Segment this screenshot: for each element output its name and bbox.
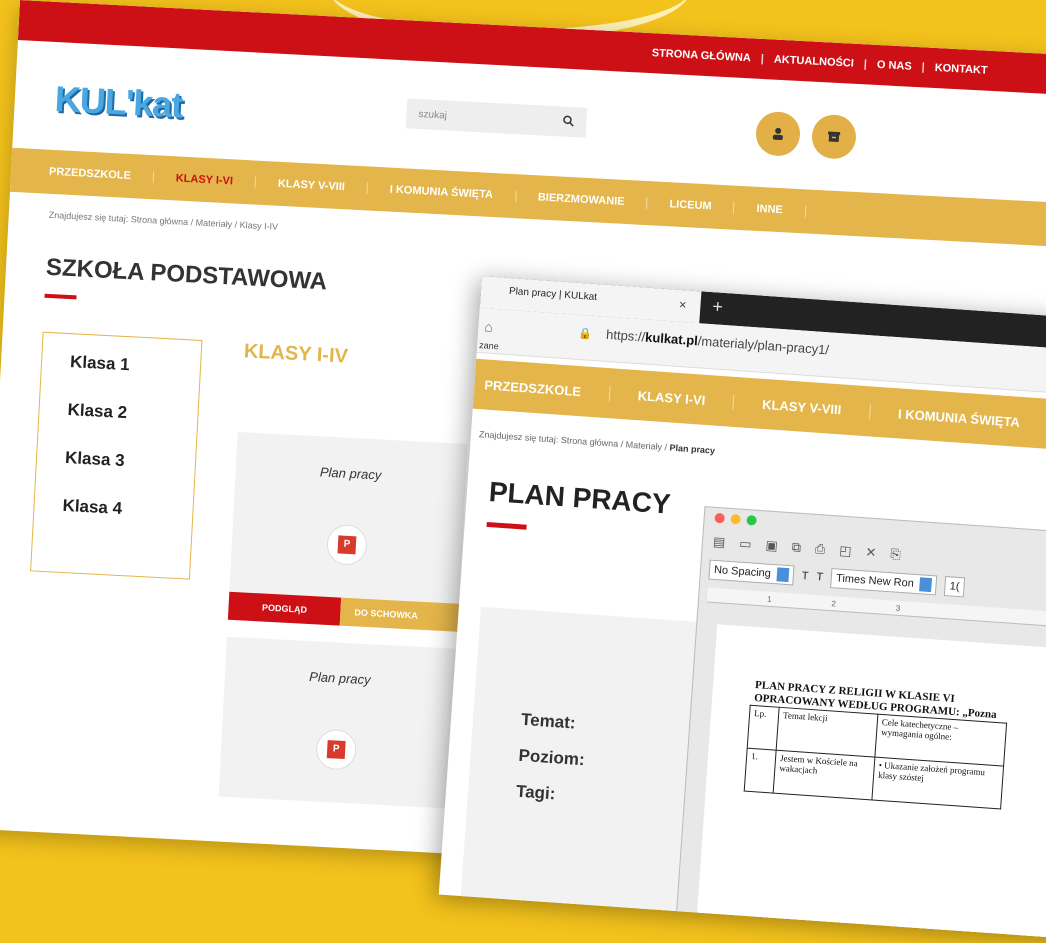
table-cell: Temat lekcji — [776, 707, 878, 758]
class-sidebar: Klasa 1 Klasa 2 Klasa 3 Klasa 4 — [30, 331, 203, 580]
nav-item-przedszkole[interactable]: PRZEDSZKOLE — [48, 165, 155, 184]
meta-tags-label: Tagi: — [515, 781, 557, 804]
nav-item-komunia[interactable]: I KOMUNIA ŚWIĘTA — [367, 182, 517, 203]
sidebar-item-klasa-3[interactable]: Klasa 3 — [65, 448, 196, 475]
bookmarks-fragment: zane — [478, 339, 500, 352]
archive-icon[interactable] — [810, 113, 858, 160]
card-title: Plan pracy — [308, 669, 371, 688]
font-select[interactable]: Times New Ron — [830, 568, 938, 596]
title-underline — [486, 521, 527, 530]
browser-window-front: Plan pracy | KULkat × + ⌂ 🔒 https://kulk… — [438, 276, 1046, 943]
meta-topic-label: Temat: — [520, 709, 577, 733]
cut-icon[interactable]: ✕ — [865, 544, 877, 561]
document-page[interactable]: PLAN PRACY Z RELIGII W KLASIE VI OPRACOW… — [694, 624, 1046, 943]
style-value: No Spacing — [713, 563, 772, 580]
table-cell: Lp. — [747, 705, 780, 751]
nav-item-klasy-v-viii[interactable]: KLASY V-VIII — [255, 176, 369, 195]
font-value: Times New Ron — [835, 572, 915, 590]
top-link-home[interactable]: STRONA GŁÓWNA — [651, 47, 751, 64]
sidebar-item-klasa-4[interactable]: Klasa 4 — [62, 496, 193, 523]
preview-button[interactable]: PODGLĄD — [227, 591, 342, 626]
home-icon[interactable]: ⌂ — [484, 318, 494, 335]
sidebar-item-klasa-1[interactable]: Klasa 1 — [70, 352, 201, 379]
close-window-icon[interactable] — [714, 512, 726, 524]
search-icon[interactable] — [562, 114, 575, 130]
nav-item-klasy-i-vi[interactable]: KLASY I-VI — [609, 385, 735, 410]
search-input[interactable]: szukaj — [405, 98, 588, 138]
font-size-value: 1( — [949, 580, 960, 594]
lock-icon: 🔒 — [577, 327, 593, 341]
breadcrumb-path: Znajdujesz się tutaj: Strona główna / Ma… — [478, 429, 670, 453]
copy-icon[interactable]: ⧉ — [791, 539, 801, 556]
nav-item-liceum[interactable]: LICEUM — [647, 197, 735, 214]
paste-icon[interactable]: ⎘ — [890, 546, 901, 563]
clear-format-icon[interactable]: T — [816, 571, 824, 583]
nav-item-klasy-i-vi[interactable]: KLASY I-VI — [153, 171, 257, 189]
add-to-clipboard-button[interactable]: DO SCHOWKA — [339, 597, 460, 632]
new-tab-icon[interactable]: + — [712, 296, 724, 318]
tab-title: Plan pracy | KULkat — [508, 285, 598, 304]
separator: | — [760, 52, 765, 66]
preview-icon[interactable]: ◰ — [839, 543, 852, 560]
url-path: /materialy/plan-pracy1/ — [697, 333, 830, 358]
separator: | — [863, 58, 868, 71]
nav-item-komunia[interactable]: I KOMUNIA ŚWIĘTA — [869, 403, 1046, 432]
table-cell: Jestem w Kościele na wakacjach — [773, 750, 875, 800]
lesson-table: Lp. Temat lekcji Cele katechetyczne – wy… — [744, 705, 1007, 810]
paragraph-style-select[interactable]: No Spacing — [708, 559, 795, 586]
chevron-down-icon — [919, 577, 933, 593]
url-domain: kulkat.pl — [644, 329, 699, 349]
powerpoint-file-icon: P — [325, 523, 368, 566]
ruler-mark: 3 — [895, 603, 901, 613]
save-icon[interactable]: ▣ — [765, 537, 778, 554]
chevron-down-icon — [776, 567, 790, 583]
nav-item-inne[interactable]: INNE — [734, 201, 807, 218]
material-meta-box: Temat: Poziom: Tagi: — [459, 606, 701, 922]
maximize-window-icon[interactable] — [746, 515, 757, 526]
sidebar-item-klasa-2[interactable]: Klasa 2 — [67, 400, 198, 427]
table-cell: • Ukazanie założeń programu klasy szóste… — [871, 757, 1004, 809]
top-link-contact[interactable]: KONTAKT — [934, 62, 988, 77]
powerpoint-file-icon: P — [315, 728, 358, 771]
url-field[interactable]: https://kulkat.pl/materialy/plan-pracy1/ — [606, 327, 830, 358]
site-logo[interactable]: KUL'kat — [54, 78, 184, 127]
meta-level-label: Poziom: — [517, 745, 586, 770]
nav-item-przedszkole[interactable]: PRZEDSZKOLE — [479, 376, 611, 401]
nav-item-bierzmowanie[interactable]: BIERZMOWANIE — [515, 190, 648, 210]
material-card[interactable]: Plan pracy P — [218, 636, 457, 809]
search-placeholder: szukaj — [418, 108, 448, 121]
separator: | — [921, 61, 926, 74]
material-card[interactable]: Plan pracy P — [229, 431, 468, 604]
section-title: KLASY I-IV — [243, 340, 349, 368]
breadcrumb-current: Plan pracy — [669, 442, 716, 456]
minimize-window-icon[interactable] — [730, 513, 741, 525]
nav-item-klasy-v-viii[interactable]: KLASY V-VIII — [733, 394, 871, 419]
table-cell: 1. — [744, 748, 777, 794]
url-prefix: https:// — [605, 326, 646, 345]
ruler-mark: 1 — [766, 594, 772, 604]
user-icon[interactable] — [754, 110, 802, 157]
style-icon[interactable]: T — [801, 570, 809, 582]
close-tab-icon[interactable]: × — [678, 297, 687, 312]
word-processor-window: ▤ ▭ ▣ ⧉ ⎙ ◰ ✕ ⎘ No Spacing T T Times New… — [675, 506, 1046, 943]
top-link-about[interactable]: O NAS — [877, 59, 912, 73]
print-icon[interactable]: ⎙ — [814, 541, 825, 558]
table-icon[interactable]: ▤ — [712, 534, 726, 551]
open-folder-icon[interactable]: ▭ — [739, 536, 752, 553]
title-underline — [44, 293, 77, 300]
ruler-mark: 2 — [831, 598, 837, 608]
font-size-select[interactable]: 1( — [943, 576, 966, 598]
card-title: Plan pracy — [319, 464, 382, 483]
top-link-news[interactable]: AKTUALNOŚCI — [774, 54, 855, 70]
